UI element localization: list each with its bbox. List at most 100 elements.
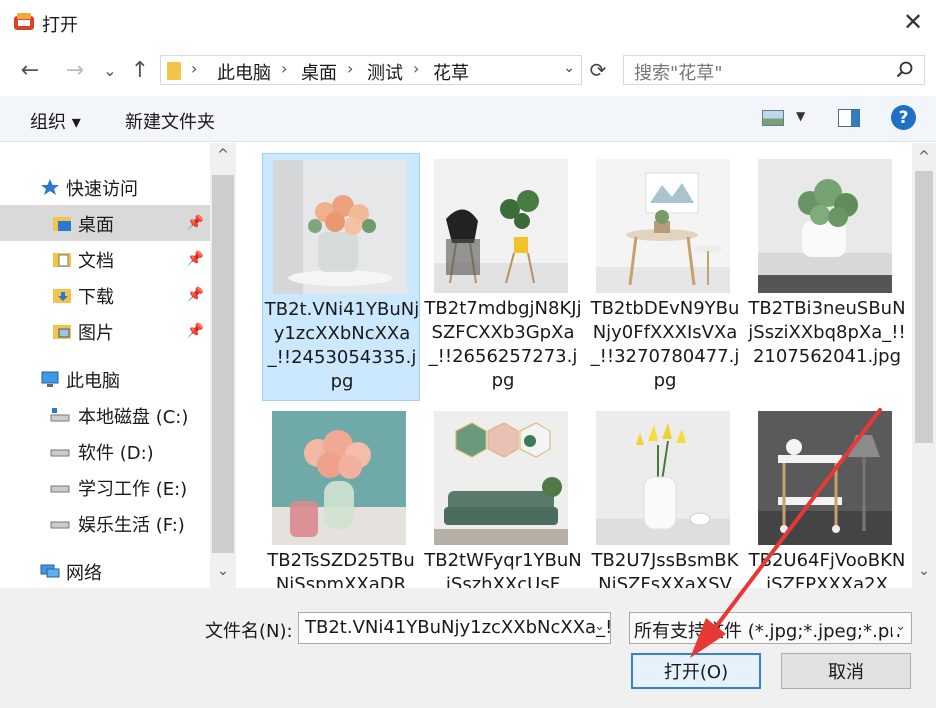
- sidebar-item-label: 文档: [78, 251, 114, 272]
- drive-icon: [50, 449, 70, 457]
- file-type-select[interactable]: 所有支持文件 (*.jpg;*.jpeg;*.pn ⌄: [629, 612, 912, 644]
- app-icon: [14, 13, 34, 30]
- file-tile[interactable]: TB2t7mdbgjN8KJjSZFCXXb3GpXa_!!2656257273…: [424, 153, 582, 401]
- file-tile[interactable]: TB2tbDEvN9YBuNjy0FfXXXIsVXa_!!3270780477…: [586, 153, 744, 401]
- pin-icon[interactable]: 📌: [187, 251, 204, 267]
- file-list-scrollbar[interactable]: ^ ⌄: [912, 143, 936, 588]
- sidebar-item-label: 软件 (D:): [78, 443, 154, 464]
- image-thumbnail: [596, 411, 730, 545]
- file-tile[interactable]: TB2U7JssBsmBKNjSZFsXXaXSV: [586, 405, 744, 588]
- sidebar-item-downloads[interactable]: 下载 📌: [0, 277, 210, 313]
- sidebar-item-drive-f[interactable]: 娱乐生活 (F:): [0, 505, 210, 541]
- file-name: TB2tbDEvN9YBuNjy0FfXXXIsVXa_!!3270780477…: [590, 298, 740, 391]
- back-button[interactable]: ←: [16, 55, 44, 85]
- drive-icon: [50, 485, 70, 493]
- sidebar-item-label: 图片: [78, 323, 114, 344]
- dialog-footer: 文件名(N): TB2t.VNi41YBuNjy1zcXXbNcXXa_!!24…: [0, 588, 936, 708]
- file-name: TB2t7mdbgjN8KJjSZFCXXb3GpXa_!!2656257273…: [424, 298, 582, 391]
- filename-input[interactable]: TB2t.VNi41YBuNjy1zcXXbNcXXa_!!2453054335…: [298, 612, 611, 644]
- file-name: TB2U64FjVooBKNjSZFPXXXa2X: [748, 550, 906, 588]
- file-tile[interactable]: TB2t.VNi41YBuNjy1zcXXbNcXXa_!!2453054335…: [262, 153, 420, 401]
- sidebar-item-drive-c[interactable]: 本地磁盘 (C:): [0, 397, 210, 433]
- help-icon[interactable]: ?: [891, 105, 916, 130]
- sidebar-item-drive-d[interactable]: 软件 (D:): [0, 433, 210, 469]
- refresh-button[interactable]: ⟳: [586, 55, 610, 85]
- file-type-value: 所有支持文件 (*.jpg;*.jpeg;*.pn: [634, 621, 901, 642]
- sidebar-item-label: 网络: [66, 563, 102, 584]
- scroll-down-icon[interactable]: ⌄: [912, 563, 936, 587]
- title-bar: 打开 ✕: [0, 0, 936, 44]
- breadcrumb-item[interactable]: 此电脑: [217, 59, 271, 85]
- file-name: TB2TsSZD25TBuNjSspmXXaDR: [267, 550, 415, 588]
- sidebar-item-label: 学习工作 (E:): [78, 479, 188, 500]
- sidebar-item-network[interactable]: 网络: [0, 553, 210, 589]
- forward-button[interactable]: →: [61, 55, 89, 85]
- change-view-icon[interactable]: [762, 110, 784, 126]
- navigation-pane: 快速访问 桌面 📌 文档 📌 下载 📌 图片 📌 此电脑 本地磁盘 (C:) 软…: [0, 143, 236, 588]
- search-input[interactable]: 搜索"花草": [623, 55, 925, 85]
- file-list-scroll-thumb[interactable]: [915, 171, 933, 443]
- new-folder-button[interactable]: 新建文件夹: [125, 108, 215, 134]
- sidebar-item-pictures[interactable]: 图片 📌: [0, 313, 210, 349]
- filename-value: TB2t.VNi41YBuNjy1zcXXbNcXXa_!!2453054335…: [305, 617, 610, 638]
- sidebar-item-documents[interactable]: 文档 📌: [0, 241, 210, 277]
- sidebar-item-label: 本地磁盘 (C:): [78, 407, 189, 428]
- recent-locations-chevron-icon[interactable]: ⌄: [96, 55, 124, 85]
- pin-icon[interactable]: 📌: [187, 215, 204, 231]
- image-thumbnail: [434, 159, 568, 293]
- open-button[interactable]: 打开(O): [631, 653, 761, 689]
- breadcrumb-item[interactable]: 桌面: [301, 59, 337, 85]
- file-type-chevron-icon[interactable]: ⌄: [892, 619, 906, 634]
- image-thumbnail: [272, 411, 406, 545]
- image-thumbnail: [273, 160, 407, 294]
- image-thumbnail: [758, 411, 892, 545]
- sidebar-item-label: 桌面: [78, 215, 114, 236]
- network-icon: [40, 564, 60, 578]
- window-title: 打开: [42, 15, 78, 36]
- filename-label: 文件名(N):: [205, 621, 293, 642]
- close-button[interactable]: ✕: [890, 0, 936, 44]
- breadcrumb-separator: ›: [413, 59, 420, 78]
- image-thumbnail: [596, 159, 730, 293]
- sidebar-item-desktop[interactable]: 桌面 📌: [0, 205, 210, 241]
- pictures-folder-icon: [53, 325, 71, 339]
- file-name: TB2t.VNi41YBuNjy1zcXXbNcXXa_!!2453054335…: [264, 299, 420, 392]
- sidebar-scroll-thumb[interactable]: [212, 175, 234, 553]
- drive-icon: [50, 521, 70, 529]
- organize-menu[interactable]: 组织 ▾: [30, 108, 81, 134]
- sidebar-item-label: 下载: [78, 287, 114, 308]
- breadcrumb-separator: ›: [281, 59, 288, 78]
- folder-icon: [167, 62, 181, 80]
- scroll-down-icon[interactable]: ⌄: [210, 563, 236, 587]
- breadcrumb-separator: ›: [191, 59, 198, 78]
- star-icon: [41, 179, 59, 195]
- desktop-folder-icon: [53, 217, 71, 231]
- sidebar-item-quick-access[interactable]: 快速访问: [0, 169, 210, 205]
- breadcrumb-item[interactable]: 测试: [367, 59, 403, 85]
- file-tile[interactable]: TB2TsSZD25TBuNjSspmXXaDR: [262, 405, 420, 588]
- address-dropdown-chevron-icon[interactable]: ⌄: [563, 60, 575, 76]
- scroll-up-icon[interactable]: ^: [210, 147, 236, 171]
- sidebar-item-label: 此电脑: [66, 371, 120, 392]
- address-bar[interactable]: › 此电脑 › 桌面 › 测试 › 花草 ⌄: [160, 55, 582, 85]
- preview-pane-icon[interactable]: [838, 109, 860, 127]
- file-tile[interactable]: TB2tWFyqr1YBuNjSszhXXcUsF: [424, 405, 582, 588]
- filename-history-chevron-icon[interactable]: ⌄: [594, 619, 605, 634]
- file-name: TB2tWFyqr1YBuNjSszhXXcUsF: [424, 550, 582, 588]
- computer-icon: [41, 371, 59, 387]
- sidebar-scrollbar[interactable]: ^ ⌄: [210, 143, 236, 588]
- scroll-up-icon[interactable]: ^: [912, 149, 936, 173]
- file-tile[interactable]: TB2U64FjVooBKNjSZFPXXXa2X: [748, 405, 906, 588]
- windows-drive-icon: [50, 408, 70, 422]
- sidebar-item-this-pc[interactable]: 此电脑: [0, 361, 210, 397]
- cancel-button[interactable]: 取消: [781, 653, 911, 689]
- breadcrumb-item[interactable]: 花草: [433, 59, 469, 85]
- file-tile[interactable]: TB2TBi3neuSBuNjSsziXXbq8pXa_!!2107562041…: [748, 153, 906, 401]
- up-button[interactable]: ↑: [126, 55, 154, 85]
- sidebar-item-drive-e[interactable]: 学习工作 (E:): [0, 469, 210, 505]
- pin-icon[interactable]: 📌: [187, 287, 204, 303]
- sidebar-item-label: 娱乐生活 (F:): [78, 515, 185, 536]
- view-options-chevron-icon[interactable]: ▼: [796, 109, 805, 123]
- pin-icon[interactable]: 📌: [187, 323, 204, 339]
- breadcrumb-separator: ›: [347, 59, 354, 78]
